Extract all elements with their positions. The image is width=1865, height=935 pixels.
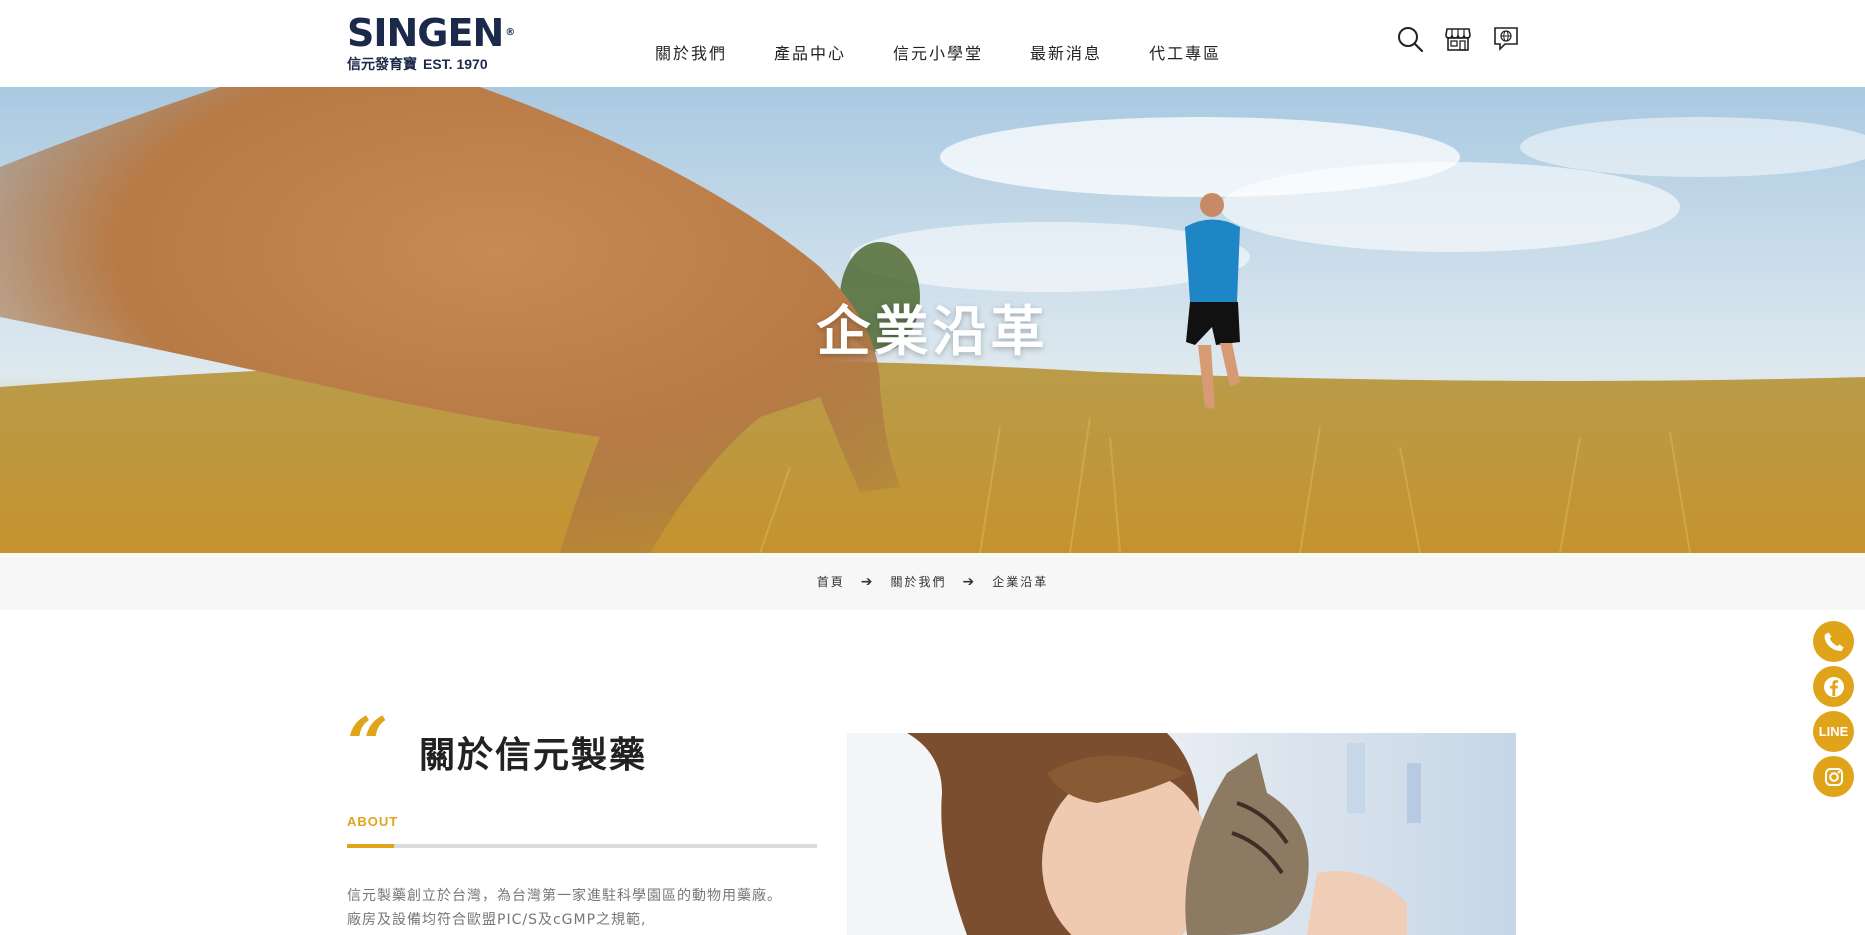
about-line-1: 信元製藥創立於台灣，為台灣第一家進駐科學園區的動物用藥廠。: [347, 888, 782, 904]
facebook-button[interactable]: [1813, 666, 1854, 707]
logo-wordmark: SINGEN ®: [347, 11, 515, 55]
instagram-icon: [1824, 767, 1843, 786]
quote-mark-icon: “: [347, 701, 389, 786]
breadcrumb-about[interactable]: 關於我們: [890, 573, 946, 590]
section-divider: [347, 844, 817, 848]
language-icon[interactable]: [1492, 25, 1520, 53]
phone-button[interactable]: [1813, 621, 1854, 662]
nav-item-products[interactable]: 產品中心: [774, 40, 846, 64]
line-icon: LINE: [1818, 724, 1849, 739]
arrow-right-icon: ➔: [962, 573, 977, 590]
search-icon[interactable]: [1396, 25, 1424, 53]
divider-accent: [347, 844, 394, 848]
about-line-2: 廠房及設備均符合歐盟PIC/S及cGMP之規範,: [347, 912, 647, 928]
child-kissing-cat-photo: [847, 733, 1516, 935]
line-button[interactable]: LINE: [1813, 711, 1854, 752]
hero-banner: 企業沿革: [0, 87, 1865, 553]
breadcrumb-home[interactable]: 首頁: [817, 573, 845, 590]
instagram-button[interactable]: [1813, 756, 1854, 797]
nav-item-academy[interactable]: 信元小學堂: [893, 40, 983, 64]
breadcrumb-current: 企業沿革: [992, 575, 1049, 589]
floating-social-bar: LINE: [1813, 621, 1854, 801]
main-nav: 關於我們 產品中心 信元小學堂 最新消息 代工專區: [655, 40, 1268, 64]
phone-icon: [1824, 632, 1843, 651]
nav-item-about[interactable]: 關於我們: [655, 40, 727, 64]
singen-logo[interactable]: SINGEN ® 信元發育寶 EST. 1970: [347, 11, 515, 73]
page-title: 企業沿革: [816, 300, 1049, 363]
breadcrumb: 首頁 ➔ 關於我們 ➔ 企業沿革: [0, 553, 1865, 610]
arrow-right-icon: ➔: [860, 573, 875, 590]
site-header: SINGEN ® 信元發育寶 EST. 1970 關於我們 產品中心 信元小學堂 最…: [0, 0, 1865, 87]
nav-item-news[interactable]: 最新消息: [1030, 40, 1102, 64]
nav-item-oem[interactable]: 代工專區: [1149, 40, 1221, 64]
store-icon[interactable]: [1444, 25, 1472, 53]
header-tools: [1396, 25, 1520, 53]
facebook-icon: [1823, 676, 1844, 697]
about-paragraph: 信元製藥創立於台灣，為台灣第一家進駐科學園區的動物用藥廠。 廠房及設備均符合歐盟…: [347, 884, 817, 932]
logo-subline: 信元發育寶 EST. 1970: [347, 56, 488, 73]
section-label: ABOUT: [347, 814, 399, 829]
section-heading: 關於信元製藥: [419, 735, 648, 776]
